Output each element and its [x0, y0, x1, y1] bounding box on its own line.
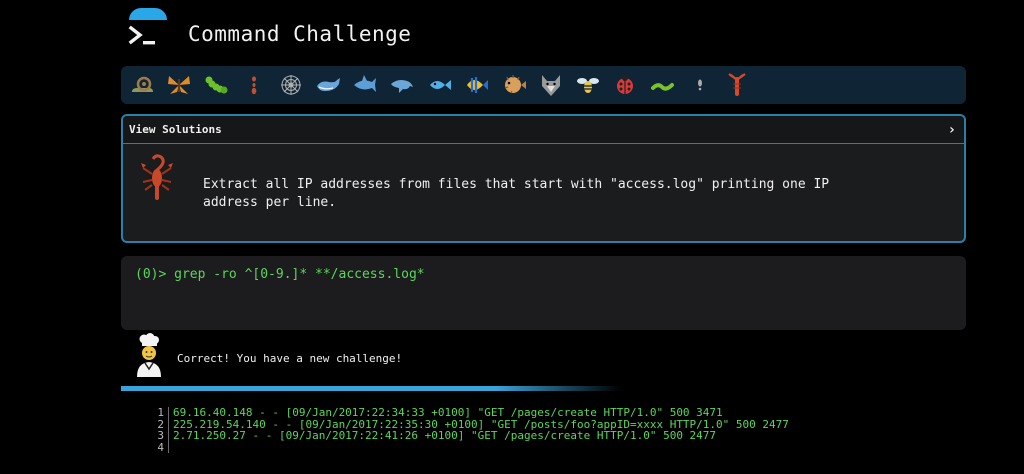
bug-icon[interactable] [685, 70, 715, 100]
line-number: 3 [157, 429, 164, 442]
header-accent [129, 8, 167, 20]
solutions-header[interactable]: View Solutions › [123, 116, 964, 144]
ladybug-icon[interactable] [610, 70, 640, 100]
command-output: 1 69.16.40.148 - - [09/Jan/2017:22:34:33… [148, 407, 789, 453]
fish-icon[interactable] [425, 70, 455, 100]
output-line: 3 2.71.250.27 - - [09/Jan/2017:22:41:26 … [148, 430, 789, 442]
worm-icon[interactable] [648, 70, 678, 100]
command-prompt: (0)> [135, 267, 167, 282]
spider-web-icon[interactable] [276, 70, 306, 100]
output-line: 1 69.16.40.148 - - [09/Jan/2017:22:34:33… [148, 407, 789, 419]
blowfish-icon[interactable] [499, 70, 529, 100]
feedback-message: Correct! You have a new challenge! [177, 352, 403, 365]
ant-icon[interactable] [239, 70, 269, 100]
snail-icon[interactable] [127, 70, 157, 100]
butterfly-icon[interactable] [164, 70, 194, 100]
solutions-panel: View Solutions › Extract all IP addresse… [121, 114, 966, 243]
scorpion-icon [141, 154, 173, 200]
page-title: Command Challenge [188, 22, 412, 46]
lobster-icon[interactable] [722, 70, 752, 100]
line-number: 1 [157, 406, 164, 419]
command-input[interactable]: (0)> grep -ro ^[0-9.]* **/access.log* [121, 256, 966, 330]
result-divider [121, 386, 621, 391]
challenge-description: Extract all IP addresses from files that… [203, 177, 830, 210]
challenge-progress-bar [121, 66, 966, 104]
dolphin-icon[interactable] [387, 70, 417, 100]
output-text: 69.16.40.148 - - [09/Jan/2017:22:34:33 +… [173, 406, 723, 419]
output-line: 4 [148, 440, 789, 454]
caterpillar-icon[interactable] [201, 70, 231, 100]
terminal-prompt-icon [128, 25, 155, 45]
chevron-right-icon[interactable]: › [948, 122, 956, 138]
output-text: 2.71.250.27 - - [09/Jan/2017:22:41:26 +0… [173, 429, 717, 442]
shark-icon[interactable] [350, 70, 380, 100]
bee-icon[interactable] [573, 70, 603, 100]
line-number: 4 [157, 440, 164, 454]
wolf-icon[interactable] [536, 70, 566, 100]
view-solutions-label[interactable]: View Solutions [129, 123, 222, 136]
tropical-fish-icon[interactable] [462, 70, 492, 100]
command-text[interactable]: grep -ro ^[0-9.]* **/access.log* [174, 267, 424, 282]
whale-icon[interactable] [313, 70, 343, 100]
chef-icon [137, 333, 161, 377]
